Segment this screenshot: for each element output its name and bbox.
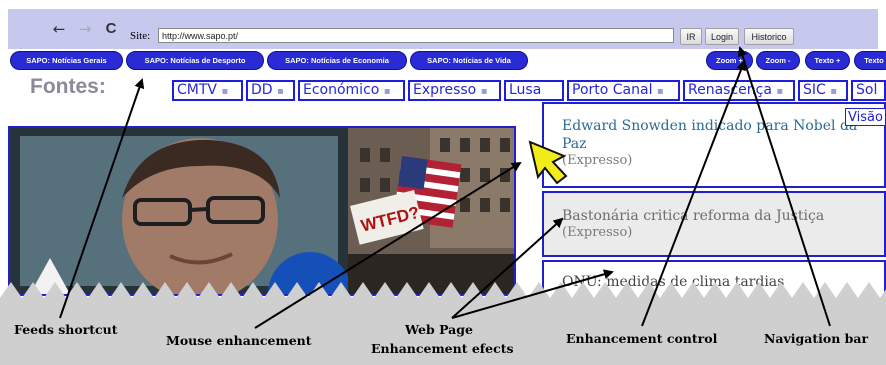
source-label: CMTV: [177, 82, 217, 98]
news-photo[interactable]: WTFD?: [8, 126, 516, 296]
source-label: Lusa: [509, 82, 542, 98]
source-sic[interactable]: SIC ▪: [798, 80, 848, 101]
news-title: Bastonária critica reforma da Justiça: [562, 208, 825, 224]
source-porto-canal[interactable]: Porto Canal ▪: [567, 80, 680, 101]
source-label: Renascença: [688, 82, 772, 98]
news-title-continued: Paz: [562, 136, 587, 152]
caption-enhancement-control: Enhancement control: [566, 331, 718, 346]
source-label: Porto Canal: [572, 82, 653, 98]
caption-navigation-bar: Navigation bar: [764, 331, 869, 346]
fontes-label: Fontes:: [30, 75, 106, 98]
caption-web-page: Web Page: [405, 322, 473, 337]
zoom-in-button[interactable]: Zoom +: [706, 51, 753, 70]
source-label: Sol: [856, 82, 878, 98]
source-sol[interactable]: Sol: [851, 80, 886, 101]
feed-shortcut-economia[interactable]: SAPO: Notícias de Economia: [267, 51, 407, 70]
feed-shortcut-gerais[interactable]: SAPO: Notícias Gerais: [10, 51, 123, 70]
source-expresso[interactable]: Expresso ▪: [408, 80, 501, 101]
caption-mouse-enhancement: Mouse enhancement: [166, 333, 312, 348]
reload-icon[interactable]: C: [100, 19, 122, 39]
go-button[interactable]: IR: [680, 28, 702, 45]
news-item-bastonaria[interactable]: Bastonária critica reforma da Justiça (E…: [542, 191, 886, 257]
login-button[interactable]: Login: [705, 28, 739, 45]
source-label: Expresso: [413, 82, 477, 98]
feed-shortcut-desporto[interactable]: SAPO: Notícias de Desporto: [126, 51, 264, 70]
source-lusa[interactable]: Lusa: [504, 80, 564, 101]
arrow-left-icon[interactable]: ←: [48, 19, 70, 39]
news-source: (Expresso): [562, 225, 633, 240]
source-visao[interactable]: Visão: [845, 108, 886, 126]
history-button[interactable]: Historico: [744, 28, 794, 45]
news-title: Edward Snowden indicado para Nobel da: [562, 118, 858, 134]
caption-feeds-shortcut: Feeds shortcut: [14, 322, 118, 337]
news-source: (Expresso): [562, 153, 633, 168]
caption-enhancement-effects: Enhancement efects: [371, 341, 514, 356]
navigation-bar: ← → C Site: http://www.sapo.pt/ IR Login…: [8, 9, 878, 49]
source-dd[interactable]: DD ▪: [246, 80, 295, 101]
source-label: DD: [251, 82, 273, 98]
source-cmtv[interactable]: CMTV ▪: [172, 80, 243, 101]
text-larger-button[interactable]: Texto +: [805, 51, 850, 70]
source-label: SIC: [803, 82, 826, 98]
source-renascenca[interactable]: Renascença ▪: [683, 80, 795, 101]
text-button[interactable]: Texto: [854, 51, 886, 70]
news-item-snowden[interactable]: Edward Snowden indicado para Nobel da Pa…: [542, 102, 886, 188]
site-url-input[interactable]: http://www.sapo.pt/: [158, 28, 674, 43]
arrow-right-icon[interactable]: →: [74, 19, 96, 39]
zoom-out-button[interactable]: Zoom -: [756, 51, 800, 70]
feed-shortcut-vida[interactable]: SAPO: Notícias de Vida: [410, 51, 528, 70]
site-label: Site:: [130, 30, 151, 42]
source-economico[interactable]: Económico ▪: [298, 80, 405, 101]
source-label: Económico: [303, 82, 380, 98]
